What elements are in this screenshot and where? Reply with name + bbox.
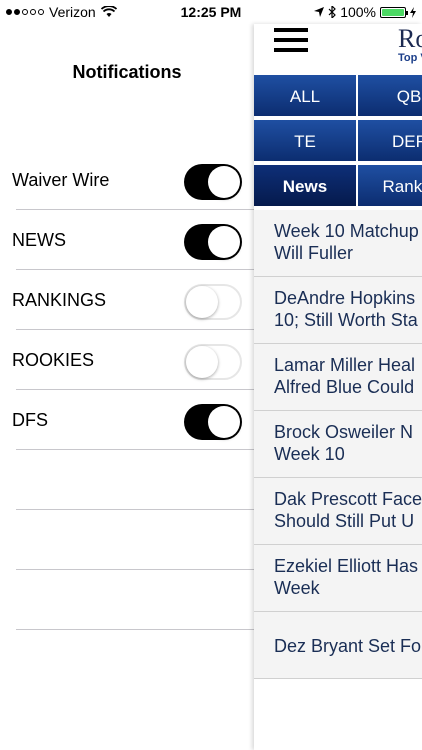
charging-icon xyxy=(410,6,416,18)
news-headline: Dez Bryant Set Fo xyxy=(274,636,422,656)
setting-row-rankings: RANKINGS xyxy=(0,270,254,330)
tab-rankings[interactable]: Rankin xyxy=(358,165,422,208)
setting-label: RANKINGS xyxy=(12,290,107,310)
tab-def[interactable]: DEF xyxy=(358,120,422,163)
news-item[interactable]: Brock Osweiler N Week 10 xyxy=(254,411,422,478)
menu-title: Notifications xyxy=(72,62,182,82)
news-headline: Week 10 Matchup Will Fuller xyxy=(274,221,419,263)
status-right: 100% xyxy=(314,4,416,20)
news-item[interactable]: Dak Prescott Face Should Still Put U xyxy=(254,478,422,545)
tab-te[interactable]: TE xyxy=(254,120,358,163)
hamburger-menu-icon[interactable] xyxy=(274,28,308,56)
tab-qb[interactable]: QB xyxy=(358,75,422,118)
setting-row-rookies: ROOKIES xyxy=(0,330,254,390)
battery-icon xyxy=(380,6,408,18)
news-toggle[interactable] xyxy=(184,224,242,260)
news-headline: DeAndre Hopkins 10; Still Worth Sta xyxy=(274,288,418,330)
news-headline: Lamar Miller Heal Alfred Blue Could xyxy=(274,355,416,397)
setting-label: NEWS xyxy=(12,230,66,250)
battery-percent: 100% xyxy=(340,4,376,20)
notifications-menu: Notifications Waiver Wire NEWS RANKINGS … xyxy=(0,24,254,750)
status-bar: Verizon 12:25 PM 100% xyxy=(0,0,422,24)
news-list: Week 10 Matchup Will Fuller DeAndre Hopki… xyxy=(254,210,422,679)
setting-row-news: NEWS xyxy=(0,210,254,270)
news-item[interactable]: Dez Bryant Set Fo xyxy=(254,612,422,679)
setting-label: DFS xyxy=(12,410,48,430)
dfs-toggle[interactable] xyxy=(184,404,242,440)
setting-row-dfs: DFS xyxy=(0,390,254,450)
setting-row-waiver-wire: Waiver Wire xyxy=(0,150,254,210)
divider xyxy=(16,629,254,630)
empty-row xyxy=(0,510,254,570)
rankings-toggle[interactable] xyxy=(184,284,242,320)
empty-row xyxy=(0,570,254,630)
main-content: Ro Top V ALL QB TE DEF News Rankin Week … xyxy=(254,24,422,750)
app-logo: Ro xyxy=(398,24,422,53)
rookies-toggle[interactable] xyxy=(184,344,242,380)
empty-row xyxy=(0,450,254,510)
news-headline: Ezekiel Elliott Has Week xyxy=(274,556,419,598)
news-item[interactable]: Ezekiel Elliott Has Week xyxy=(254,545,422,612)
tab-news[interactable]: News xyxy=(254,165,358,208)
news-item[interactable]: Week 10 Matchup Will Fuller xyxy=(254,210,422,277)
bluetooth-icon xyxy=(328,6,337,18)
location-arrow-icon xyxy=(314,7,325,17)
tab-all[interactable]: ALL xyxy=(254,75,358,118)
news-headline: Brock Osweiler N Week 10 xyxy=(274,422,414,464)
waiver-wire-toggle[interactable] xyxy=(184,164,242,200)
news-headline: Dak Prescott Face Should Still Put U xyxy=(274,489,422,531)
news-item[interactable]: DeAndre Hopkins 10; Still Worth Sta xyxy=(254,277,422,344)
setting-label: Waiver Wire xyxy=(12,170,110,190)
setting-label: ROOKIES xyxy=(12,350,95,370)
app-logo-subtitle: Top V xyxy=(398,52,422,64)
news-item[interactable]: Lamar Miller Heal Alfred Blue Could xyxy=(254,344,422,411)
